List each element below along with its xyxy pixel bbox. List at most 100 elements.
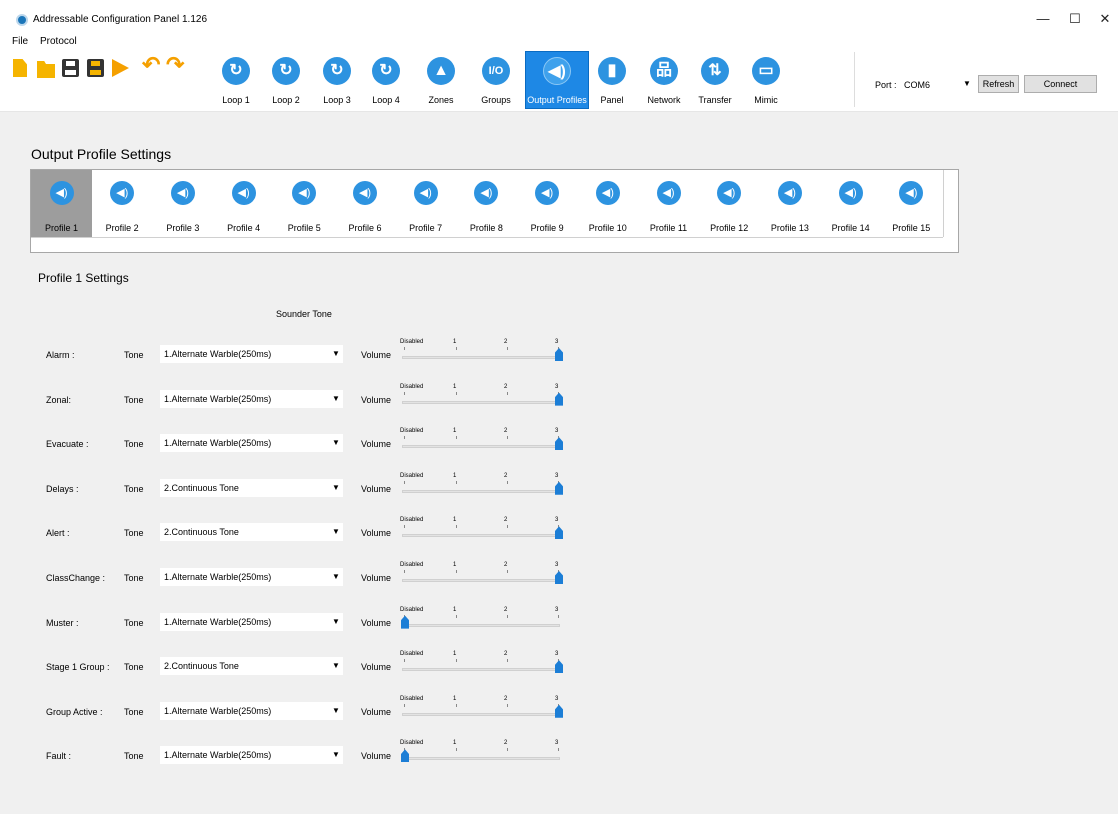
chevron-down-icon[interactable]: ▼ — [331, 525, 341, 539]
upload-icon[interactable] — [112, 59, 129, 77]
volume-tick-label: 3 — [555, 695, 559, 702]
profile-tab-6[interactable]: ◀) Profile 6 — [335, 170, 396, 237]
slider-thumb[interactable] — [555, 571, 563, 584]
redo-icon[interactable]: ↷ — [166, 52, 184, 78]
profile-tab-4[interactable]: ◀) Profile 4 — [213, 170, 274, 237]
save-as-icon[interactable] — [87, 59, 104, 77]
tone-select[interactable]: 1.Alternate Warble(250ms) ▼ — [160, 389, 343, 408]
slider-thumb[interactable] — [555, 704, 563, 718]
settings-row: ClassChange : Tone 1.Alternate Warble(250m… — [0, 561, 600, 605]
volume-slider[interactable]: Disabled 1 2 3 — [400, 650, 565, 680]
nav-label: Groups — [481, 95, 511, 105]
nav-button-loop-4[interactable]: ↻ Loop 4 — [371, 52, 401, 110]
minimize-button[interactable]: — — [1030, 9, 1056, 29]
profile-tab-7[interactable]: ◀) Profile 7 — [395, 170, 456, 237]
slider-thumb[interactable] — [555, 348, 563, 361]
volume-slider[interactable]: Disabled 1 2 3 — [400, 739, 565, 769]
volume-slider[interactable]: Disabled 1 2 3 — [400, 606, 565, 636]
profile-tab-12[interactable]: ◀) Profile 12 — [699, 170, 760, 237]
nav-button-output-profiles[interactable]: ◀) Output Profiles — [525, 51, 589, 109]
new-document-icon[interactable] — [13, 59, 27, 77]
profile-tab-2[interactable]: ◀) Profile 2 — [92, 170, 153, 237]
slider-thumb[interactable] — [401, 615, 409, 629]
volume-tick-label: 2 — [504, 428, 508, 435]
nav-button-transfer[interactable]: ⇅ Transfer — [697, 52, 733, 110]
tone-select[interactable]: 1.Alternate Warble(250ms) ▼ — [160, 701, 343, 720]
menu-protocol[interactable]: Protocol — [40, 36, 77, 47]
connect-button[interactable]: Connect — [1024, 75, 1097, 93]
tone-select[interactable]: 1.Alternate Warble(250ms) ▼ — [160, 434, 343, 453]
nav-button-zones[interactable]: ▲ Zones — [426, 52, 456, 110]
profile-tab-3[interactable]: ◀) Profile 3 — [152, 170, 213, 237]
volume-slider[interactable]: Disabled 1 2 3 — [400, 383, 565, 413]
close-button[interactable]: ✕ — [1092, 9, 1118, 29]
tone-select[interactable]: 2.Continuous Tone ▼ — [160, 657, 343, 676]
slider-thumb[interactable] — [555, 526, 563, 540]
maximize-button[interactable]: ☐ — [1062, 9, 1088, 29]
profile-tab-5[interactable]: ◀) Profile 5 — [274, 170, 335, 237]
profile-tab-label: Profile 15 — [892, 223, 931, 233]
tone-select[interactable]: 2.Continuous Tone ▼ — [160, 523, 343, 542]
profile-tab-8[interactable]: ◀) Profile 8 — [456, 170, 517, 237]
nav-button-panel[interactable]: ▮ Panel — [594, 52, 630, 110]
nav-button-network[interactable]: 品 Network — [644, 52, 684, 110]
nav-button-loop-2[interactable]: ↻ Loop 2 — [271, 52, 301, 110]
speaker-icon: ◀) — [656, 181, 681, 205]
volume-label: Volume — [361, 706, 392, 717]
profile-tab-13[interactable]: ◀) Profile 13 — [759, 170, 820, 237]
volume-slider[interactable]: Disabled 1 2 3 — [400, 472, 565, 502]
volume-tick-mark — [456, 614, 457, 618]
chevron-down-icon[interactable]: ▼ — [331, 481, 341, 495]
tone-select[interactable]: 1.Alternate Warble(250ms) ▼ — [160, 568, 343, 586]
slider-thumb[interactable] — [555, 437, 563, 451]
volume-label: Volume — [361, 528, 392, 539]
nav-button-loop-3[interactable]: ↻ Loop 3 — [322, 52, 352, 110]
tone-select[interactable]: 2.Continuous Tone ▼ — [160, 478, 343, 497]
volume-slider[interactable]: Disabled 1 2 3 — [400, 561, 565, 591]
refresh-button[interactable]: Refresh — [978, 75, 1019, 93]
volume-slider[interactable]: Disabled 1 2 3 — [400, 516, 565, 546]
volume-tick-mark — [404, 480, 405, 484]
profile-tab-15[interactable]: ◀) Profile 15 — [881, 170, 942, 237]
profile-tab-11[interactable]: ◀) Profile 11 — [638, 170, 699, 237]
open-folder-icon[interactable] — [37, 61, 55, 78]
chevron-down-icon[interactable]: ▼ — [331, 659, 341, 673]
slider-thumb[interactable] — [401, 749, 409, 763]
chevron-down-icon[interactable]: ▼ — [331, 615, 341, 629]
slider-thumb[interactable] — [555, 392, 563, 406]
tone-select[interactable]: 1.Alternate Warble(250ms) ▼ — [160, 612, 343, 631]
tone-select[interactable]: 1.Alternate Warble(250ms) ▼ — [160, 345, 343, 363]
tone-select[interactable]: 1.Alternate Warble(250ms) ▼ — [160, 746, 343, 765]
menu-file[interactable]: File — [12, 36, 28, 47]
volume-slider[interactable]: Disabled 1 2 3 — [400, 695, 565, 725]
volume-tick-mark — [456, 659, 457, 663]
volume-slider[interactable]: Disabled 1 2 3 — [400, 427, 565, 457]
slider-track — [402, 445, 560, 449]
chevron-down-icon[interactable]: ▼ — [331, 570, 341, 584]
chevron-down-icon[interactable]: ▼ — [331, 748, 341, 762]
nav-button-loop-1[interactable]: ↻ Loop 1 — [221, 52, 251, 110]
nav-label: Panel — [600, 95, 624, 105]
slider-track — [402, 668, 560, 672]
volume-tick-label: 1 — [453, 517, 457, 524]
volume-slider[interactable]: Disabled 1 2 3 — [400, 338, 565, 368]
profile-tab-1[interactable]: ◀) Profile 1 — [31, 170, 92, 237]
profile-tab-14[interactable]: ◀) Profile 14 — [820, 170, 881, 237]
chevron-down-icon[interactable]: ▼ — [331, 704, 341, 718]
save-icon[interactable] — [62, 59, 79, 77]
row-label: Evacuate : — [46, 439, 89, 450]
chevron-down-icon[interactable]: ▼ — [331, 347, 341, 361]
slider-thumb[interactable] — [555, 660, 563, 674]
chevron-down-icon[interactable]: ▼ — [331, 392, 341, 406]
nav-button-groups[interactable]: I/O Groups — [476, 52, 516, 110]
volume-tick-mark — [456, 391, 457, 395]
volume-tick-mark — [456, 347, 457, 350]
profile-tab-label: Profile 13 — [770, 223, 809, 233]
nav-button-mimic[interactable]: ▭ Mimic — [748, 52, 784, 110]
chevron-down-icon[interactable]: ▼ — [331, 436, 341, 450]
slider-thumb[interactable] — [555, 481, 563, 495]
profile-tab-10[interactable]: ◀) Profile 10 — [577, 170, 638, 237]
undo-icon[interactable]: ↶ — [142, 52, 160, 78]
profile-tab-9[interactable]: ◀) Profile 9 — [517, 170, 578, 237]
chevron-down-icon[interactable]: ▼ — [962, 77, 972, 91]
